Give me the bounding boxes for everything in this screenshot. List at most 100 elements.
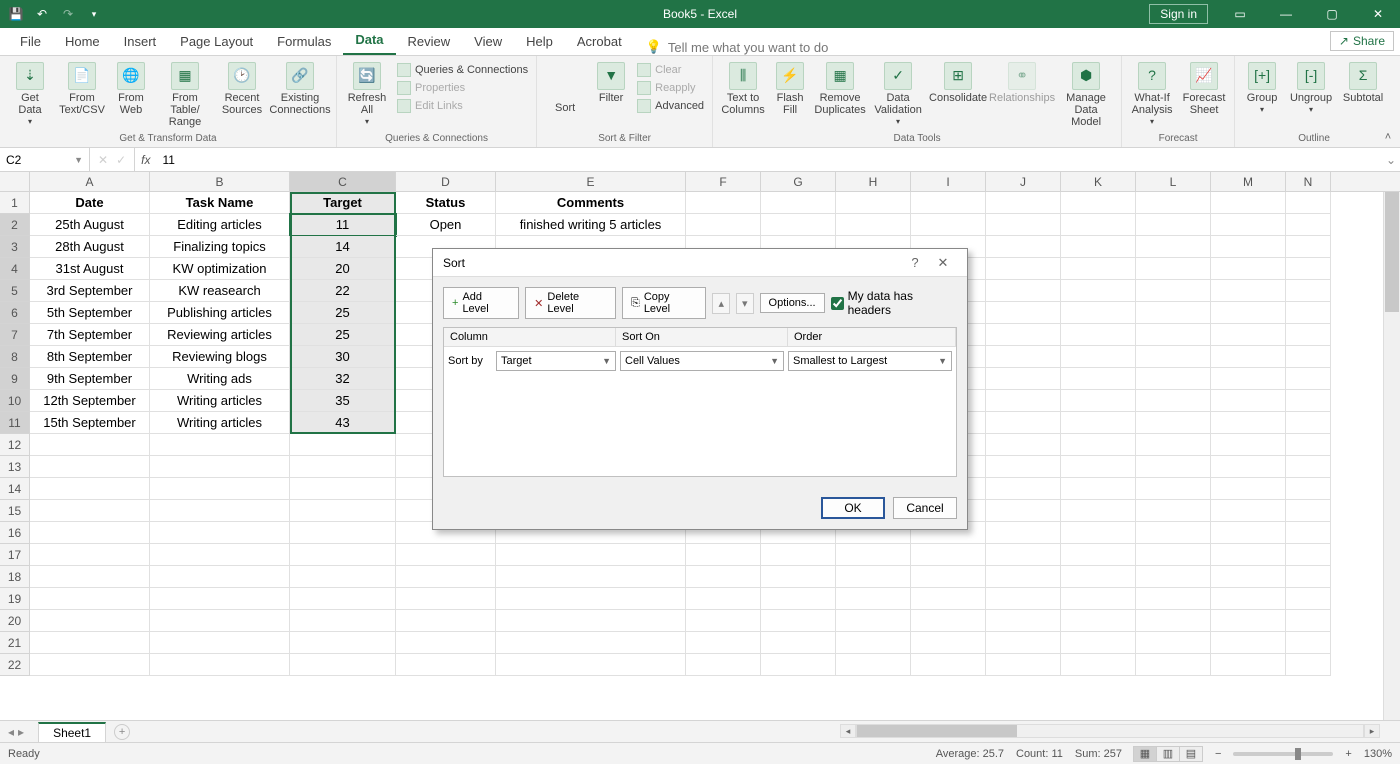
empty-cell[interactable] [1061,258,1136,280]
empty-cell[interactable] [911,214,986,236]
empty-cell[interactable] [496,544,686,566]
empty-cell[interactable] [1136,302,1211,324]
ungroup-button[interactable]: [-]Ungroup▾ [1287,60,1335,117]
empty-cell[interactable] [1061,544,1136,566]
empty-cell[interactable] [1061,456,1136,478]
empty-cell[interactable] [1211,632,1286,654]
dialog-help-button[interactable]: ? [901,252,929,274]
data-cell[interactable]: 25th August [30,214,150,236]
from-text-csv-button[interactable]: 📄From Text/CSV [58,60,106,118]
data-cell[interactable]: 25 [290,324,396,346]
data-cell[interactable]: 9th September [30,368,150,390]
col-header-G[interactable]: G [761,172,836,191]
empty-cell[interactable] [686,654,761,676]
empty-cell[interactable] [1211,654,1286,676]
empty-cell[interactable] [30,544,150,566]
row-header[interactable]: 4 [0,258,30,280]
select-all-corner[interactable] [0,172,30,191]
close-button[interactable]: ✕ [1356,0,1400,28]
row-header[interactable]: 16 [0,522,30,544]
empty-cell[interactable] [1136,390,1211,412]
empty-cell[interactable] [150,434,290,456]
zoom-in-button[interactable]: + [1345,748,1351,760]
row-header[interactable]: 5 [0,280,30,302]
col-header-E[interactable]: E [496,172,686,191]
empty-cell[interactable] [1136,522,1211,544]
empty-cell[interactable] [1136,346,1211,368]
data-cell[interactable]: KW reasearch [150,280,290,302]
data-cell[interactable]: KW optimization [150,258,290,280]
row-header[interactable]: 2 [0,214,30,236]
maximize-button[interactable]: ▢ [1310,0,1354,28]
row-header[interactable]: 10 [0,390,30,412]
empty-cell[interactable] [986,412,1061,434]
empty-cell[interactable] [1061,280,1136,302]
empty-cell[interactable] [150,522,290,544]
empty-cell[interactable] [1136,632,1211,654]
data-cell[interactable]: Reviewing articles [150,324,290,346]
col-header-D[interactable]: D [396,172,496,191]
consolidate-button[interactable]: ⊞Consolidate [929,60,987,106]
empty-cell[interactable] [1211,588,1286,610]
empty-cell[interactable] [1286,654,1331,676]
view-page-break-button[interactable]: ▤ [1179,746,1203,762]
tab-page-layout[interactable]: Page Layout [168,29,265,55]
scroll-thumb[interactable] [857,725,1017,737]
empty-cell[interactable] [1061,654,1136,676]
empty-cell[interactable] [686,610,761,632]
data-cell[interactable]: 7th September [30,324,150,346]
empty-cell[interactable] [1136,566,1211,588]
empty-cell[interactable] [986,522,1061,544]
empty-cell[interactable] [1136,500,1211,522]
data-cell[interactable]: 32 [290,368,396,390]
data-cell[interactable]: 5th September [30,302,150,324]
empty-cell[interactable] [30,522,150,544]
empty-cell[interactable] [986,368,1061,390]
empty-cell[interactable] [290,610,396,632]
sheet-nav-prev-icon[interactable]: ◂ [8,725,14,739]
empty-cell[interactable] [1286,500,1331,522]
empty-cell[interactable] [396,544,496,566]
data-cell[interactable]: Reviewing blogs [150,346,290,368]
empty-cell[interactable] [1211,544,1286,566]
ribbon-display-icon[interactable]: ▭ [1218,0,1262,28]
empty-cell[interactable] [496,654,686,676]
empty-cell[interactable] [150,588,290,610]
empty-cell[interactable] [290,588,396,610]
from-table-range-button[interactable]: ▦From Table/ Range [156,60,214,130]
empty-cell[interactable] [1286,434,1331,456]
empty-cell[interactable] [290,566,396,588]
data-cell[interactable]: 28th August [30,236,150,258]
empty-cell[interactable] [1211,214,1286,236]
data-cell[interactable]: 43 [290,412,396,434]
empty-cell[interactable] [290,456,396,478]
empty-cell[interactable] [986,324,1061,346]
empty-cell[interactable] [1211,236,1286,258]
cancel-button[interactable]: Cancel [893,497,957,519]
header-cell[interactable]: Status [396,192,496,214]
empty-cell[interactable] [1136,214,1211,236]
existing-connections-button[interactable]: 🔗Existing Connections [270,60,330,118]
empty-cell[interactable] [1061,412,1136,434]
empty-cell[interactable] [1136,324,1211,346]
empty-cell[interactable] [30,610,150,632]
empty-cell[interactable] [1286,522,1331,544]
row-header[interactable]: 22 [0,654,30,676]
tab-file[interactable]: File [8,29,53,55]
row-header[interactable]: 7 [0,324,30,346]
data-cell[interactable]: 22 [290,280,396,302]
empty-cell[interactable] [686,588,761,610]
empty-cell[interactable] [836,544,911,566]
view-normal-button[interactable]: ▦ [1133,746,1157,762]
empty-cell[interactable] [761,632,836,654]
data-cell[interactable]: Finalizing topics [150,236,290,258]
empty-cell[interactable] [496,610,686,632]
row-header[interactable]: 11 [0,412,30,434]
empty-cell[interactable] [986,214,1061,236]
empty-cell[interactable] [986,566,1061,588]
header-cell[interactable]: Target [290,192,396,214]
empty-cell[interactable] [1286,478,1331,500]
data-cell[interactable]: 30 [290,346,396,368]
empty-cell[interactable] [911,544,986,566]
empty-cell[interactable] [1211,324,1286,346]
